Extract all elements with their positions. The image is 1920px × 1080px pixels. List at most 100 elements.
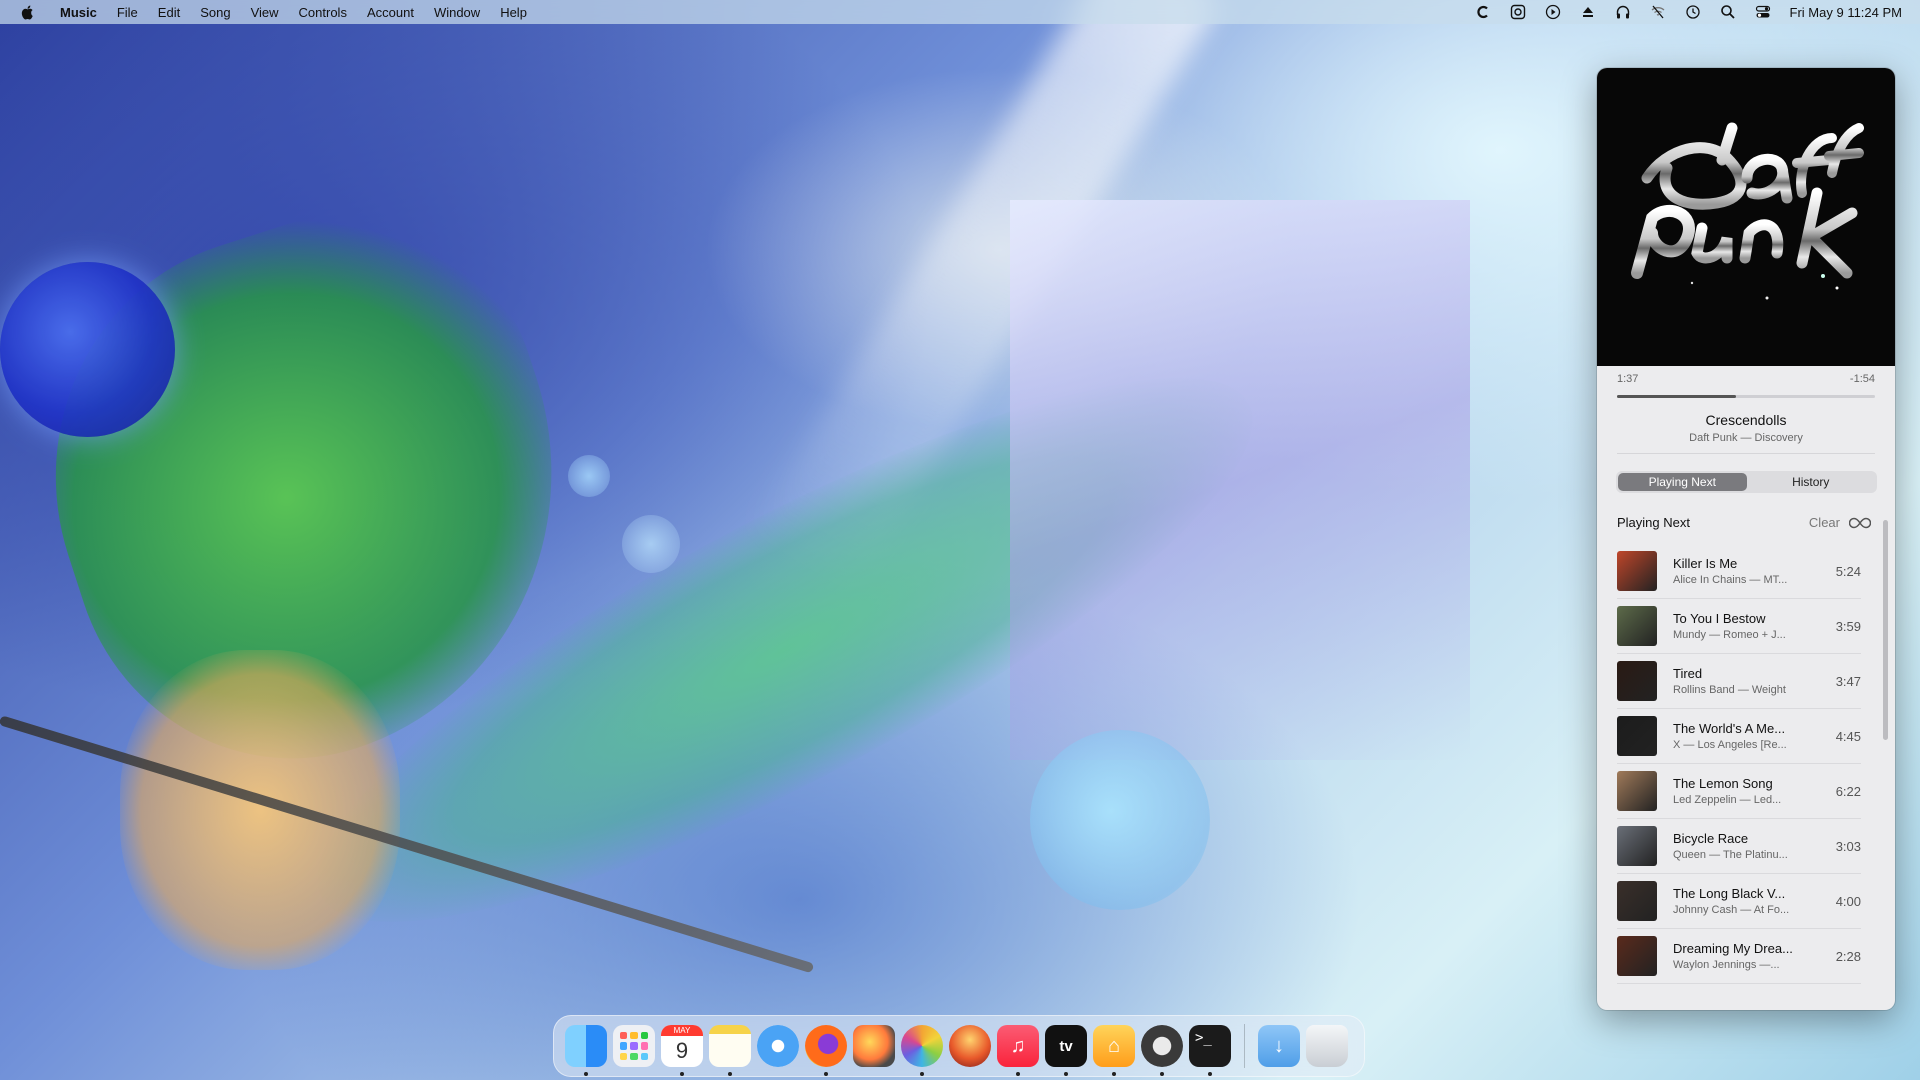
- launchpad-grid: [620, 1032, 648, 1060]
- queue-album-thumbnail: [1617, 716, 1657, 756]
- track-title[interactable]: Crescendolls: [1597, 412, 1895, 428]
- tab-playing-next[interactable]: Playing Next: [1618, 473, 1747, 491]
- apple-tv-app-glyph: tv: [1059, 1037, 1073, 1055]
- control-center-icon[interactable]: [1755, 4, 1771, 20]
- running-indicator: [680, 1072, 684, 1076]
- wallpaper-bubble-small: [622, 515, 680, 573]
- orb-app-icon[interactable]: [949, 1025, 991, 1067]
- search-icon[interactable]: [1720, 4, 1736, 20]
- queue-row[interactable]: Bicycle Race Queen — The Platinu... 3:03: [1617, 819, 1861, 874]
- app-icon[interactable]: [1510, 4, 1526, 20]
- eject-icon[interactable]: [1580, 4, 1596, 20]
- menu-app-music[interactable]: Music: [50, 5, 107, 20]
- queue-album-thumbnail: [1617, 936, 1657, 976]
- notes-app-icon[interactable]: [709, 1025, 751, 1076]
- firefox-app-icon[interactable]: [805, 1025, 847, 1076]
- queue-album-thumbnail: [1617, 551, 1657, 591]
- home-app-icon[interactable]: ⌂: [1093, 1025, 1135, 1076]
- queue-song-title: The Long Black V...: [1673, 886, 1786, 901]
- queue-row-text: To You I Bestow Mundy — Romeo + J...: [1673, 611, 1803, 641]
- queue-song-artist: Waylon Jennings —...: [1673, 959, 1780, 971]
- queue-row-text: Dreaming My Drea... Waylon Jennings —...: [1673, 941, 1803, 971]
- finder-app-icon[interactable]: [565, 1025, 607, 1076]
- queue-row-text: Tired Rollins Band — Weight: [1673, 666, 1803, 696]
- running-indicator: [584, 1072, 588, 1076]
- track-artist-album[interactable]: Daft Punk — Discovery: [1597, 432, 1895, 444]
- wallpaper-light-ray: [749, 0, 1222, 598]
- downloads-folder-glyph: ↓: [1274, 1034, 1284, 1057]
- autoplay-infinity-icon[interactable]: [1849, 516, 1871, 530]
- menu-window[interactable]: Window: [424, 5, 490, 20]
- calendar-day-label: 9: [675, 1038, 689, 1063]
- queue-song-artist: Alice In Chains — MT...: [1673, 574, 1788, 586]
- pixelmator-app-icon[interactable]: [853, 1025, 895, 1067]
- queue-song-title: The World's A Me...: [1673, 721, 1786, 736]
- dock-separator: [1244, 1024, 1245, 1068]
- running-indicator: [1208, 1072, 1212, 1076]
- daft-punk-logo-art: [1631, 122, 1864, 300]
- trash-icon[interactable]: [1306, 1025, 1348, 1067]
- photos-app-icon[interactable]: [901, 1025, 943, 1076]
- menu-bar-clock[interactable]: Fri May 9 11:24 PM: [1790, 5, 1902, 20]
- running-indicator: [1016, 1072, 1020, 1076]
- time-machine-icon[interactable]: [1685, 4, 1701, 20]
- music-mini-player: 1:37 -1:54 Crescendolls Daft Punk — Disc…: [1597, 68, 1895, 1010]
- playback-progress-fill: [1617, 395, 1736, 398]
- menu-controls[interactable]: Controls: [289, 5, 357, 20]
- queue-song-title: Bicycle Race: [1673, 831, 1749, 846]
- queue-row[interactable]: To You I Bestow Mundy — Romeo + J... 3:59: [1617, 599, 1861, 654]
- home-app-glyph: ⌂: [1107, 1034, 1121, 1057]
- running-indicator: [920, 1072, 924, 1076]
- remaining-time: -1:54: [1849, 373, 1875, 385]
- queue-song-artist: Rollins Band — Weight: [1673, 684, 1786, 696]
- queue-row[interactable]: The World's A Me... X — Los Angeles [Re..…: [1617, 709, 1861, 764]
- calendar-month-label: MAY: [661, 1025, 703, 1036]
- apple-tv-app-icon[interactable]: tv: [1045, 1025, 1087, 1076]
- play-circle-icon[interactable]: [1545, 4, 1561, 20]
- music-app-glyph: ♫: [1010, 1034, 1026, 1057]
- running-indicator: [1112, 1072, 1116, 1076]
- wallpaper-mermaid-hair: [0, 165, 629, 815]
- calendar-app-icon[interactable]: MAY 9: [661, 1025, 703, 1076]
- queue-song-artist: Led Zeppelin — Led...: [1673, 794, 1782, 806]
- menu-help[interactable]: Help: [490, 5, 537, 20]
- headphones-icon[interactable]: [1615, 4, 1631, 20]
- queue-song-title: The Lemon Song: [1673, 776, 1773, 791]
- queue-scrollbar[interactable]: [1883, 520, 1888, 740]
- queue-song-duration: 3:03: [1835, 838, 1861, 854]
- launchpad-app-icon[interactable]: [613, 1025, 655, 1067]
- apple-menu-icon[interactable]: [20, 4, 36, 20]
- menu-file[interactable]: File: [107, 5, 148, 20]
- running-indicator: [824, 1072, 828, 1076]
- queue-row[interactable]: The Long Black V... Johnny Cash — At Fo..…: [1617, 874, 1861, 929]
- safari-app-icon[interactable]: [757, 1025, 799, 1067]
- menu-song[interactable]: Song: [190, 5, 240, 20]
- queue-song-duration: 2:28: [1835, 948, 1861, 964]
- queue-song-duration: 3:47: [1835, 673, 1861, 689]
- queue-album-thumbnail: [1617, 606, 1657, 646]
- album-artwork[interactable]: [1597, 68, 1895, 366]
- clear-queue-button[interactable]: Clear: [1809, 515, 1840, 530]
- queue-song-title: Tired: [1673, 666, 1703, 681]
- menu-account[interactable]: Account: [357, 5, 424, 20]
- chrome-app-icon[interactable]: [1141, 1025, 1183, 1076]
- queue-header: Playing Next Clear: [1597, 515, 1895, 530]
- queue-row[interactable]: Killer Is Me Alice In Chains — MT... 5:24: [1617, 544, 1861, 599]
- terminal-app-icon[interactable]: >_: [1189, 1025, 1231, 1076]
- music-app-icon[interactable]: ♫: [997, 1025, 1039, 1076]
- terminal-app-glyph: >_: [1195, 1030, 1212, 1046]
- cmd-c-icon[interactable]: [1475, 4, 1491, 20]
- downloads-folder-icon[interactable]: ↓: [1258, 1025, 1300, 1067]
- wallpaper-bubble-right: [1030, 730, 1210, 910]
- wallpaper-staff: [0, 715, 815, 974]
- queue-row-text: Bicycle Race Queen — The Platinu...: [1673, 831, 1803, 861]
- playback-scrubber[interactable]: [1617, 395, 1875, 398]
- queue-row[interactable]: Dreaming My Drea... Waylon Jennings —... 2…: [1617, 929, 1861, 984]
- menu-view[interactable]: View: [241, 5, 289, 20]
- menu-edit[interactable]: Edit: [148, 5, 190, 20]
- wallpaper-bubble-small: [568, 455, 610, 497]
- queue-row[interactable]: Tired Rollins Band — Weight 3:47: [1617, 654, 1861, 709]
- wifi-off-icon[interactable]: [1650, 4, 1666, 20]
- tab-history[interactable]: History: [1747, 473, 1876, 491]
- queue-row[interactable]: The Lemon Song Led Zeppelin — Led... 6:22: [1617, 764, 1861, 819]
